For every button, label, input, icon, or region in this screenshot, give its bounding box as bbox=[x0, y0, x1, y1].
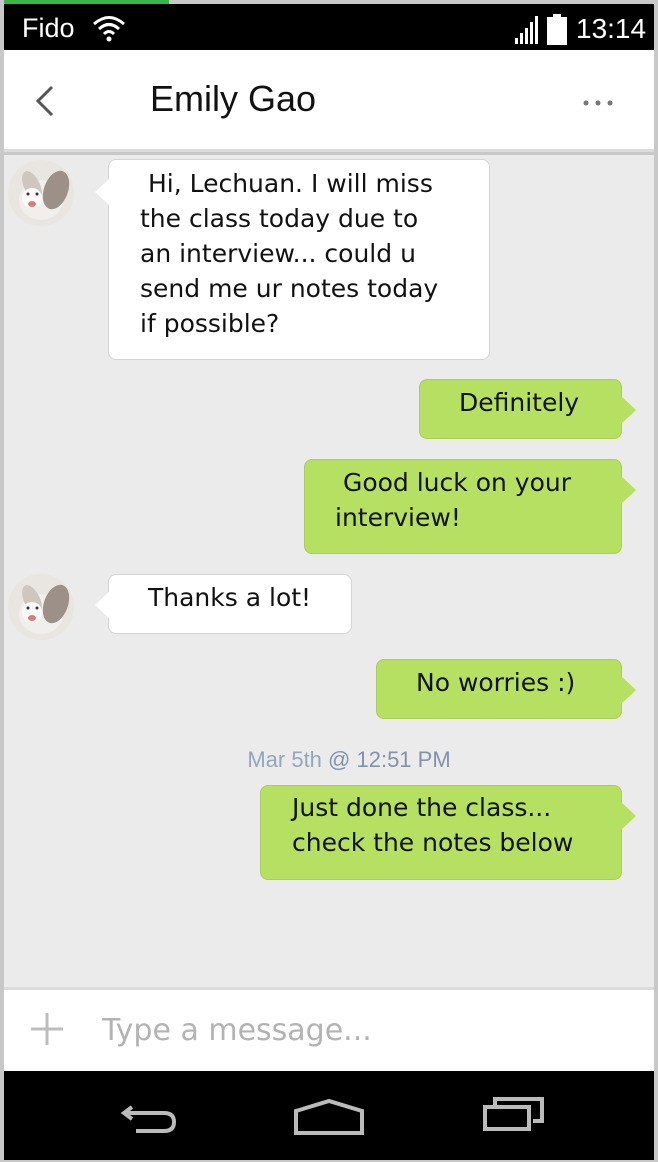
more-icon[interactable] bbox=[582, 98, 614, 108]
status-time: 13:14 bbox=[576, 13, 647, 44]
wifi-icon bbox=[93, 16, 125, 42]
status-accent-line bbox=[4, 0, 169, 4]
battery-icon bbox=[547, 14, 567, 45]
back-icon[interactable] bbox=[34, 84, 56, 118]
message-bubble-outgoing[interactable]: No worries :) bbox=[376, 659, 636, 719]
contact-name: Emily Gao bbox=[150, 78, 317, 119]
message-text: Thanks a lot! bbox=[148, 583, 312, 612]
system-nav-bar bbox=[4, 1071, 654, 1160]
message-text: Hi, Lechuan. I will miss the class today… bbox=[140, 169, 439, 338]
timestamp-time: @ 12:51 PM bbox=[328, 747, 451, 772]
avatar[interactable] bbox=[8, 574, 74, 640]
message-composer bbox=[4, 987, 654, 1071]
message-bubble-outgoing[interactable]: Definitely bbox=[419, 379, 636, 439]
message-text: No worries :) bbox=[416, 668, 576, 697]
bubble-tail bbox=[95, 178, 110, 206]
bubble-tail bbox=[621, 802, 636, 830]
message-bubble-incoming[interactable]: Hi, Lechuan. I will miss the class today… bbox=[95, 159, 490, 360]
message-timestamp: Mar 5th @ 12:51 PM bbox=[4, 747, 654, 773]
message-bubble-incoming[interactable]: Thanks a lot! bbox=[95, 574, 352, 634]
message-text: Good luck on your interview! bbox=[335, 468, 571, 532]
message-bubble-outgoing[interactable]: Just done the class... check the notes b… bbox=[260, 785, 636, 880]
bubble-tail bbox=[621, 676, 636, 704]
plus-icon[interactable] bbox=[30, 1012, 64, 1046]
carrier-name: Fido bbox=[22, 13, 75, 43]
conversation-header: Emily Gao bbox=[4, 50, 654, 152]
bubble-tail bbox=[95, 591, 110, 619]
nav-home-icon[interactable] bbox=[292, 1098, 366, 1136]
phone-screen: Fido 13:14 Emily Gao Hi, Lechuan. I will… bbox=[0, 0, 658, 1162]
signal-icon bbox=[515, 16, 538, 44]
timestamp-date: Mar 5th bbox=[247, 747, 322, 772]
message-list[interactable]: Hi, Lechuan. I will miss the class today… bbox=[4, 155, 654, 987]
status-bar: Fido 13:14 bbox=[4, 0, 654, 50]
nav-back-icon[interactable] bbox=[118, 1099, 180, 1135]
message-text: Just done the class... check the notes b… bbox=[292, 793, 574, 857]
message-text: Definitely bbox=[459, 388, 580, 417]
message-input[interactable] bbox=[102, 1006, 622, 1054]
message-bubble-outgoing[interactable]: Good luck on your interview! bbox=[304, 459, 636, 554]
bubble-tail bbox=[621, 476, 636, 504]
bubble-tail bbox=[621, 396, 636, 424]
avatar[interactable] bbox=[8, 160, 74, 226]
nav-recents-icon[interactable] bbox=[482, 1093, 548, 1133]
